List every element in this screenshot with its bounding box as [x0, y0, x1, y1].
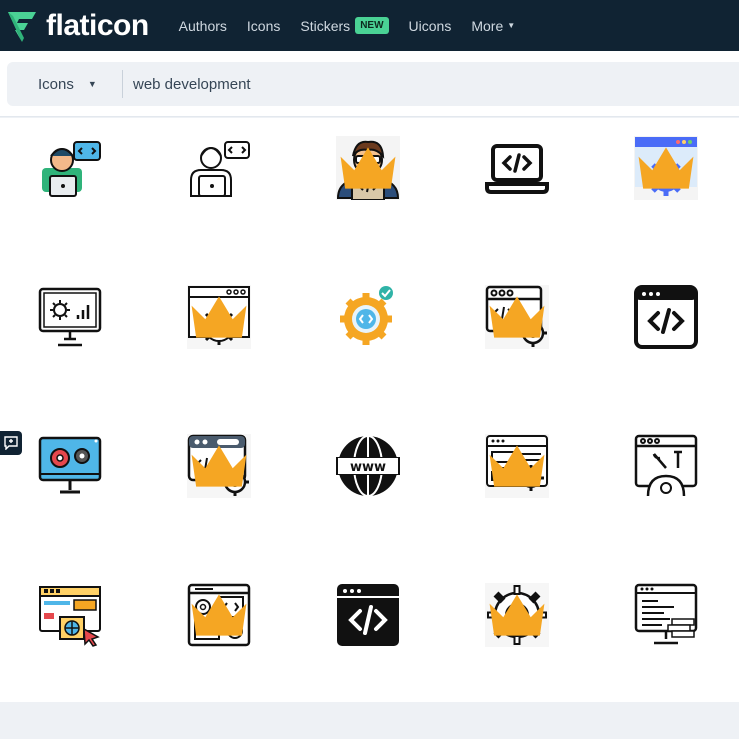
icon-result-item[interactable] [318, 118, 418, 238]
icon-result-item[interactable] [169, 267, 269, 387]
premium-crown-icon [638, 147, 694, 189]
top-navigation-bar: flaticon Authors Icons Stickers NEW Uico… [0, 0, 739, 51]
browser-code-solid-icon [634, 285, 698, 349]
icon-result-item[interactable] [20, 416, 120, 536]
premium-crown-icon [191, 594, 247, 636]
icon-result-item[interactable] [467, 565, 567, 685]
premium-crown-icon [489, 296, 545, 338]
icon-result-item[interactable] [616, 118, 716, 238]
feedback-button[interactable] [0, 431, 22, 455]
browser-tools-gear-icon [634, 434, 698, 497]
new-badge: NEW [355, 17, 389, 34]
nav-icons[interactable]: Icons [247, 18, 280, 34]
nav-stickers[interactable]: Stickers NEW [300, 17, 389, 34]
code-window-black-icon [337, 584, 399, 646]
icon-result-item[interactable] [467, 118, 567, 238]
icon-result-item[interactable] [20, 118, 120, 238]
premium-crown-icon [489, 445, 545, 487]
nav-more[interactable]: More ▼ [471, 18, 515, 34]
icon-result-item[interactable] [169, 118, 269, 238]
brand-name: flaticon [46, 8, 149, 42]
icon-result-item[interactable] [20, 267, 120, 387]
monitor-gear-chart-icon [38, 287, 102, 347]
icon-result-item[interactable] [169, 565, 269, 685]
laptop-code-icon [485, 144, 549, 194]
icon-result-item[interactable] [616, 565, 716, 685]
chevron-down-icon: ▼ [507, 21, 516, 30]
icon-result-item[interactable] [467, 416, 567, 536]
nav-uicons[interactable]: Uicons [409, 18, 452, 34]
search-type-label: Icons [38, 75, 74, 93]
footer-strip [0, 702, 739, 739]
search-input[interactable] [123, 62, 739, 106]
web-page-globe-cursor-icon [39, 586, 101, 647]
icon-result-item[interactable] [616, 267, 716, 387]
icon-result-item[interactable] [318, 565, 418, 685]
feedback-icon [4, 436, 18, 450]
nav-more-label: More [471, 17, 504, 34]
icon-result-item[interactable] [169, 416, 269, 536]
monitor-gears-colored-icon [38, 436, 102, 494]
icon-result-item[interactable] [20, 565, 120, 685]
developer-laptop-colored-icon [42, 141, 101, 197]
svg-text:www: www [350, 460, 386, 475]
gear-code-check-icon [340, 286, 393, 345]
monitor-code-bricks-icon [634, 583, 698, 645]
chevron-down-icon: ▼ [87, 79, 97, 89]
results-grid: www [0, 118, 739, 702]
search-bar-area: Icons ▼ [0, 51, 739, 117]
premium-crown-icon [191, 296, 247, 338]
main-nav: Authors Icons Stickers NEW Uicons More ▼ [179, 17, 535, 34]
premium-crown-icon [489, 594, 545, 636]
icon-result-item[interactable] [616, 416, 716, 536]
nav-stickers-label: Stickers [300, 17, 351, 34]
developer-laptop-outline-icon [190, 141, 250, 197]
nav-authors[interactable]: Authors [179, 18, 227, 34]
flaticon-logo-icon [8, 11, 36, 42]
premium-crown-icon [340, 147, 396, 189]
icon-result-item[interactable] [318, 267, 418, 387]
flaticon-logo[interactable]: flaticon [6, 8, 149, 44]
icon-result-item[interactable] [467, 267, 567, 387]
icon-result-item[interactable]: www [318, 416, 418, 536]
premium-crown-icon [191, 445, 247, 487]
search-type-select[interactable]: Icons ▼ [7, 62, 122, 106]
search-bar: Icons ▼ [7, 62, 739, 106]
globe-www-icon: www [336, 435, 400, 497]
